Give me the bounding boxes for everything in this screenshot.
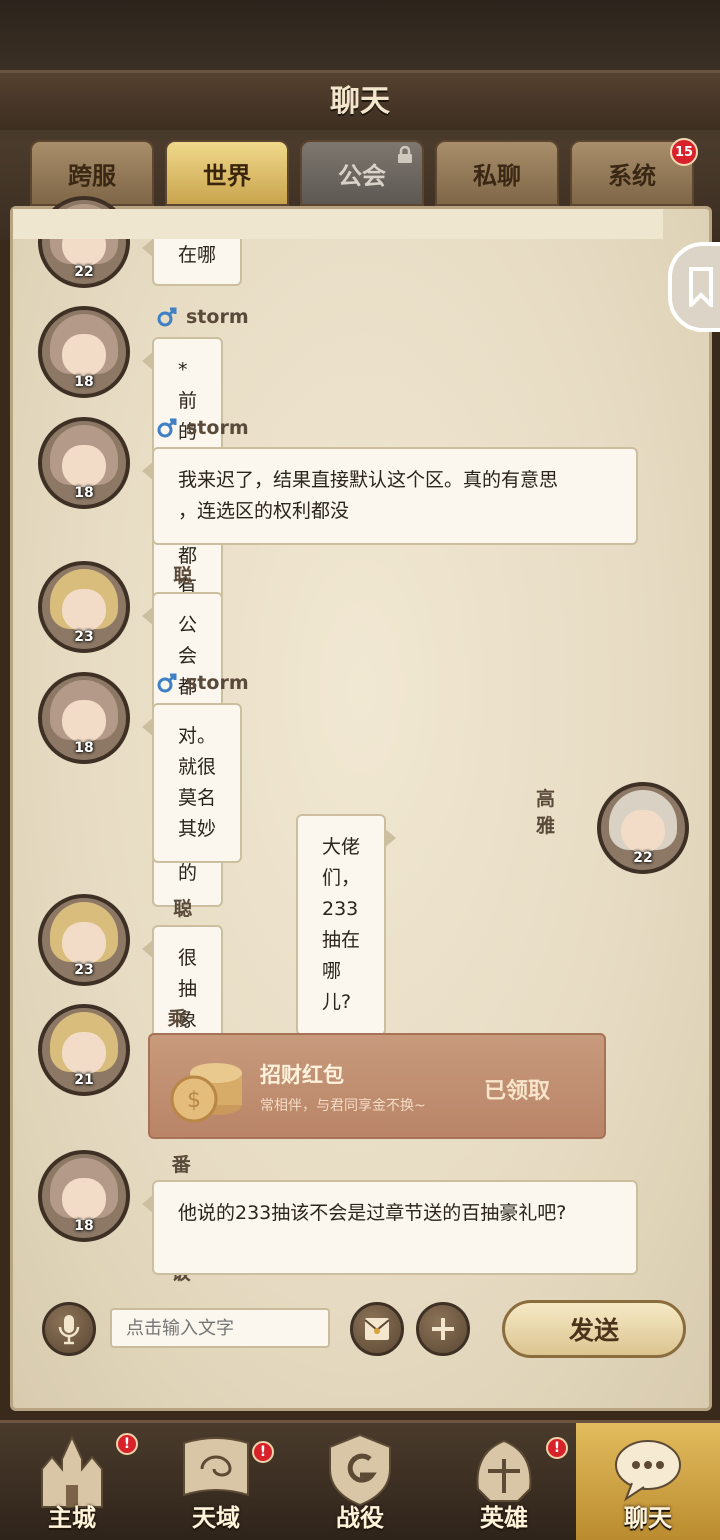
bookmark-button[interactable] <box>668 242 720 332</box>
avatar-level: 22 <box>633 850 653 866</box>
avatar-level: 18 <box>74 485 94 501</box>
sender-row: storm <box>156 672 249 694</box>
helmet-icon <box>476 1439 532 1502</box>
chat-bubble-icon <box>615 1440 681 1502</box>
tab-private[interactable]: 私聊 <box>435 140 559 206</box>
male-icon <box>157 307 177 327</box>
nav-campaign[interactable]: 战役 <box>288 1423 432 1540</box>
sender-name[interactable]: 高雅 <box>536 784 555 838</box>
nav-label: 主城 <box>48 1504 96 1532</box>
voice-button[interactable] <box>42 1302 96 1356</box>
bookmark-icon <box>689 267 713 307</box>
sender-name[interactable]: storm <box>186 417 249 439</box>
add-button[interactable] <box>416 1302 470 1356</box>
nav-sky-realm[interactable]: 天域 ! <box>144 1423 288 1540</box>
chat-input[interactable] <box>110 1308 330 1348</box>
nav-label: 天域 <box>192 1504 240 1532</box>
nav-heroes[interactable]: 英雄 ! <box>432 1423 576 1540</box>
avatar[interactable]: 23 <box>38 894 130 986</box>
avatar-level: 23 <box>74 962 94 978</box>
nav-label: 聊天 <box>624 1504 672 1532</box>
svg-text:$: $ <box>187 1088 201 1113</box>
avatar[interactable]: 23 <box>38 561 130 653</box>
avatar-level: 18 <box>74 1218 94 1234</box>
nav-label: 战役 <box>336 1504 384 1532</box>
avatar[interactable]: 18 <box>38 417 130 509</box>
send-button[interactable]: 发送 <box>502 1300 686 1358</box>
sender-row: storm <box>156 417 249 439</box>
envelope-icon <box>364 1318 390 1340</box>
input-bar: 发送 <box>10 1290 712 1370</box>
scroll-clip <box>13 209 663 239</box>
message-bubble[interactable]: 他说的233抽该不会是过章节送的百抽豪礼吧? <box>142 1180 638 1275</box>
notification-badge: 15 <box>670 138 698 166</box>
message-bubble[interactable]: 我来迟了，结果直接默认这个区。真的有意思 ，连选区的权利都没 <box>142 447 638 545</box>
red-packet-title: 招财红包 <box>260 1063 344 1087</box>
tab-guild[interactable]: 公会 <box>300 140 424 206</box>
alert-badge: ! <box>546 1437 568 1459</box>
avatar[interactable]: 22 <box>597 782 689 874</box>
avatar[interactable]: 18 <box>38 306 130 398</box>
male-icon <box>157 418 177 438</box>
nav-chat[interactable]: 聊天 <box>576 1423 720 1540</box>
red-packet-card[interactable]: $ 招财红包 常相伴，与君同享金不换~ 已领取 <box>148 1033 606 1139</box>
page-title: 聊天 <box>330 84 390 119</box>
red-packet-button[interactable] <box>350 1302 404 1356</box>
tab-system-label: 系统 <box>608 161 656 190</box>
avatar[interactable]: 21 <box>38 1004 130 1096</box>
nav-label: 英雄 <box>480 1504 528 1532</box>
sender-row: storm <box>156 306 249 328</box>
tab-world[interactable]: 世界 <box>165 140 289 206</box>
message-line: 我来迟了，结果直接默认这个区。真的有意思 <box>178 469 559 491</box>
bottom-nav: 主城 ! 天域 ! 战役 英雄 ! 聊天 <box>0 1420 720 1540</box>
red-packet-status: 已领取 <box>484 1079 551 1104</box>
alert-badge: ! <box>252 1441 274 1463</box>
plus-icon <box>432 1318 454 1340</box>
male-icon <box>157 673 177 693</box>
avatar-level: 23 <box>74 629 94 645</box>
message-line: ，连选区的权利都没 <box>178 500 350 522</box>
red-packet-subtitle: 常相伴，与君同享金不换~ <box>260 1098 426 1114</box>
scroll-map-icon <box>183 1437 249 1497</box>
microphone-icon <box>58 1315 80 1345</box>
castle-icon <box>41 1434 103 1508</box>
tab-guild-label: 公会 <box>338 161 386 190</box>
sender-name[interactable]: storm <box>186 306 249 328</box>
avatar[interactable]: 18 <box>38 1150 130 1242</box>
lock-icon <box>398 146 412 163</box>
avatar-level: 18 <box>74 374 94 390</box>
tab-system[interactable]: 系统 15 <box>570 138 698 206</box>
nav-main-city[interactable]: 主城 ! <box>0 1423 144 1540</box>
sender-name[interactable]: storm <box>186 672 249 694</box>
avatar-level: 22 <box>74 264 94 280</box>
avatar[interactable]: 18 <box>38 672 130 764</box>
channel-tabs: 跨服 世界 公会 私聊 系统 15 <box>30 138 698 210</box>
message-bubble[interactable]: 对。就很莫名其妙 <box>141 703 243 863</box>
avatar-level: 21 <box>74 1072 94 1088</box>
sender-row: 高雅 <box>536 784 555 838</box>
coin-stack-icon: $ <box>170 1063 242 1123</box>
message-bubble[interactable]: 大佬们，233抽在哪儿? <box>296 814 396 1036</box>
alert-badge: ! <box>116 1433 138 1455</box>
shield-icon <box>329 1433 391 1507</box>
avatar-level: 18 <box>74 740 94 756</box>
